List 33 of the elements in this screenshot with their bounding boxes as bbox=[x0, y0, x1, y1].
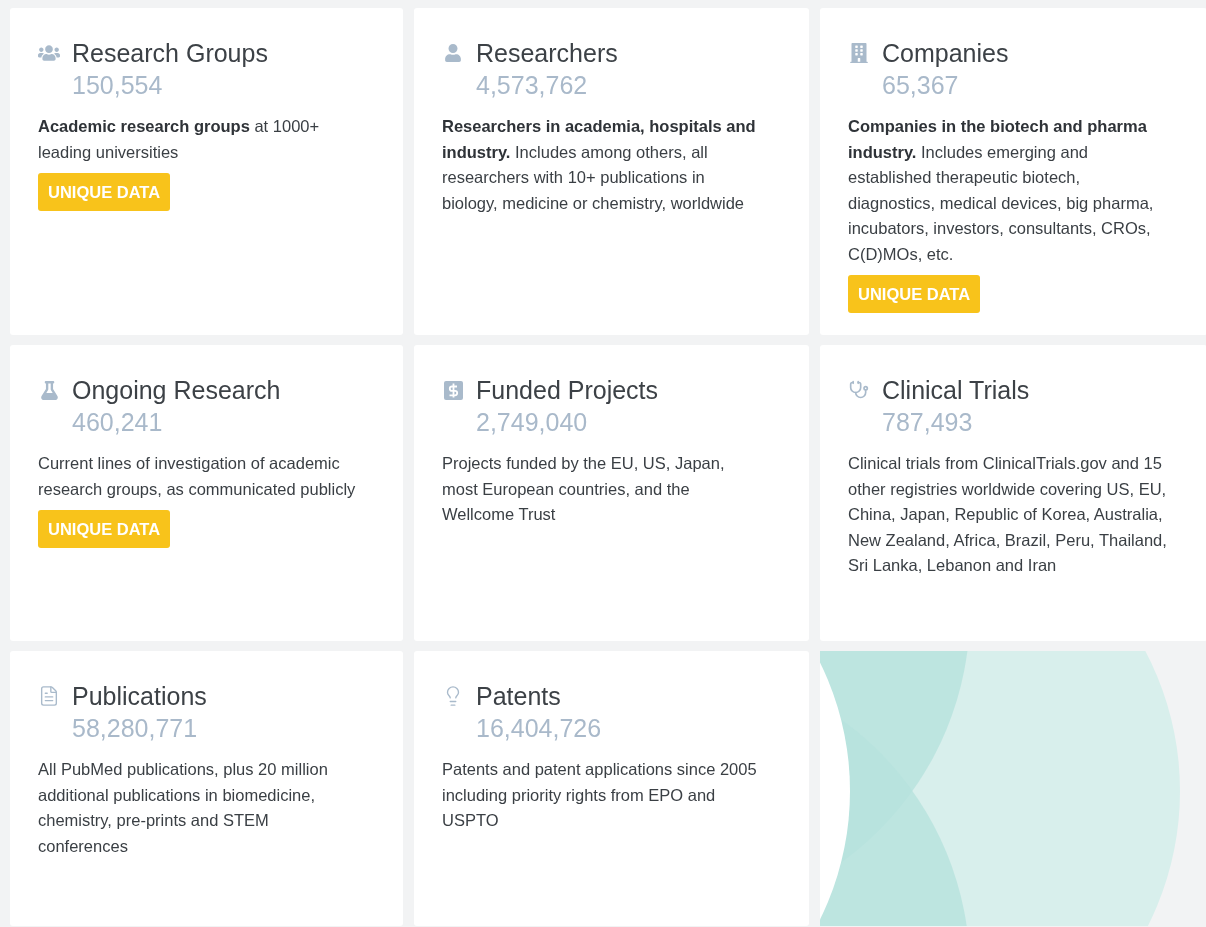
user-icon bbox=[444, 44, 462, 62]
card-title: Funded Projects bbox=[476, 375, 659, 405]
stethoscope-icon bbox=[849, 380, 869, 400]
dollar-square-icon bbox=[443, 380, 463, 400]
card-description: Projects funded by the EU, US, Japan, most European countries, and the Wellcome Trust bbox=[442, 453, 726, 525]
card-description: Companies in the biotech and pharma industry. Includes emerging and established therapeutic biotech, diagnostics, medical devices, big pharma, incubators, investors, consultants, CROs, C(D)MOs, etc. bbox=[848, 116, 1155, 265]
record-count: 787,493 bbox=[882, 407, 973, 437]
record-count: 460,241 bbox=[72, 407, 163, 437]
unique-data-badge: UNIQUE DATA bbox=[38, 173, 171, 211]
record-count: 65,367 bbox=[882, 70, 959, 100]
card-description: Current lines of investigation of academic research groups, as communicated publicly bbox=[38, 453, 357, 500]
building-icon bbox=[849, 43, 869, 63]
card-title: Publications bbox=[72, 681, 207, 711]
unique-data-badge: UNIQUE DATA bbox=[848, 275, 981, 313]
card-title: Patents bbox=[476, 681, 561, 711]
flask-icon bbox=[39, 380, 59, 400]
record-count: 150,554 bbox=[72, 70, 163, 100]
document-icon bbox=[38, 685, 60, 707]
card-description: Clinical trials from ClinicalTrials.gov and 15 other registries worldwide covering US, EU, China, Japan, Republic of Korea, Australia, New Zealand, Africa, Brazil, Peru, Thailand, Sri Lanka, Lebanon and Iran bbox=[848, 453, 1168, 576]
unique-data-badge: UNIQUE DATA bbox=[38, 510, 171, 548]
card-title: Researchers bbox=[476, 38, 618, 68]
card-description: All PubMed publications, plus 20 million additional publications in biomedicine, chemistry, pre-prints and STEM conferences bbox=[38, 759, 329, 857]
card-description: Patents and patent applications since 2005 including priority rights from EPO and USPTO bbox=[442, 759, 758, 831]
card-description: Academic research groups at 1000+ leading universities bbox=[38, 116, 321, 163]
record-count: 4,573,762 bbox=[476, 70, 588, 100]
card-title: Research Groups bbox=[72, 38, 268, 68]
card-title: Clinical Trials bbox=[882, 375, 1030, 405]
record-count: 16,404,726 bbox=[476, 713, 602, 743]
card-title: Ongoing Research bbox=[72, 375, 281, 405]
record-count: 2,749,040 bbox=[476, 407, 588, 437]
card-description: Researchers in academia, hospitals and industry. Includes among others, all researchers with 10+ publications in biology, medicine or chemistry, worldwide bbox=[442, 116, 757, 214]
card-title: Companies bbox=[882, 38, 1009, 68]
record-count: 58,280,771 bbox=[72, 713, 198, 743]
